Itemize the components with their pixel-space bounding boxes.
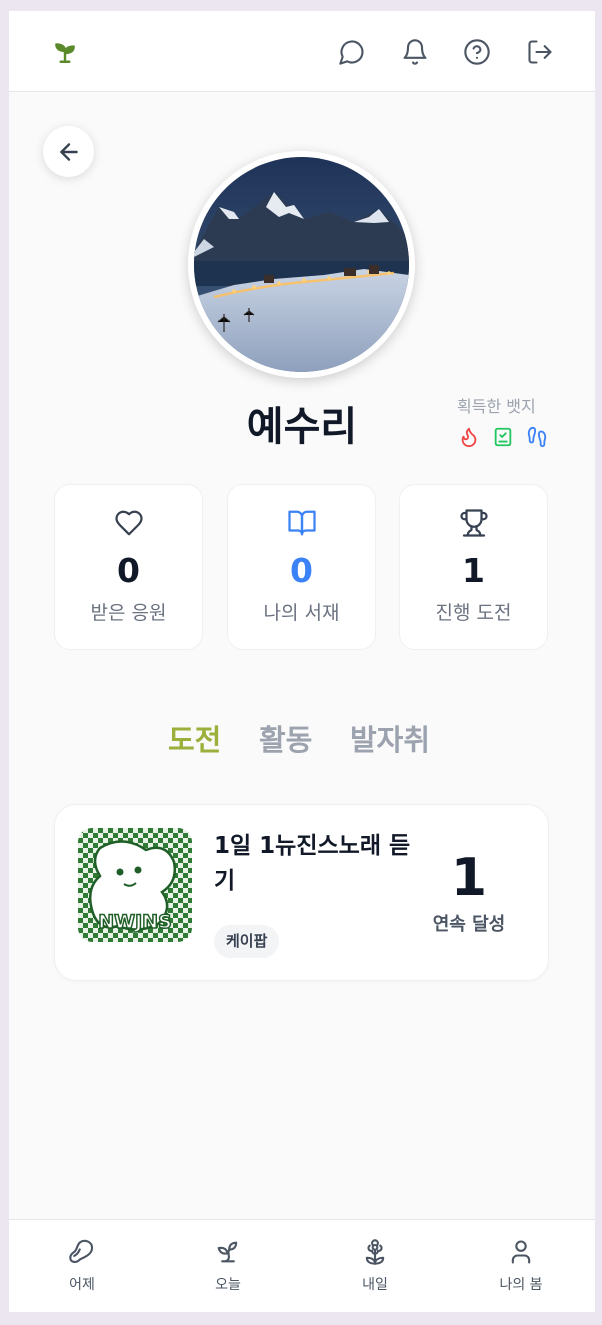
back-button[interactable] xyxy=(43,126,94,177)
stat-card-library[interactable]: 0 나의 서재 xyxy=(227,484,376,650)
stat-label: 받은 응원 xyxy=(90,602,167,624)
heart-icon xyxy=(115,510,143,536)
profile-tabs: 도전 활동 발자취 xyxy=(9,717,595,757)
nav-label: 오늘 xyxy=(215,1277,241,1293)
nav-label: 어제 xyxy=(69,1277,95,1293)
streak-value: 1 xyxy=(450,848,488,908)
challenge-tag: 케이팝 xyxy=(214,925,280,958)
tab-challenge[interactable]: 도전 xyxy=(168,717,221,759)
challenge-thumbnail: NWJNS xyxy=(78,828,192,942)
thumbnail-text: NWJNS xyxy=(98,911,172,933)
mountain-village-photo xyxy=(194,157,409,372)
stat-label: 진행 도전 xyxy=(435,602,512,624)
help-circle-icon[interactable] xyxy=(463,38,491,66)
stat-card-cheers[interactable]: 0 받은 응원 xyxy=(54,484,203,650)
trophy-icon xyxy=(460,509,488,537)
badges-label: 획득한 뱃지 xyxy=(457,397,536,416)
stat-value: 1 xyxy=(462,551,485,590)
newjeans-thumbnail-image: NWJNS xyxy=(78,828,192,942)
sprout-icon xyxy=(217,1241,238,1263)
arrow-left-icon xyxy=(59,142,78,161)
nav-my-spring[interactable]: 나의 봄 xyxy=(461,1220,581,1312)
chat-bubble-icon[interactable] xyxy=(338,38,366,66)
bell-icon[interactable] xyxy=(401,38,429,66)
clipboard-check-icon[interactable] xyxy=(492,426,514,448)
logout-icon[interactable] xyxy=(526,38,554,66)
book-open-icon xyxy=(288,510,316,536)
flower-icon xyxy=(365,1239,385,1265)
top-bar xyxy=(9,11,595,92)
bottom-nav: 어제 오늘 내일 나의 봄 xyxy=(9,1219,595,1312)
tab-footprints[interactable]: 발자취 xyxy=(350,717,430,759)
streak-label: 연속 달성 xyxy=(432,914,506,935)
tab-activity[interactable]: 활동 xyxy=(259,717,312,759)
flame-icon[interactable] xyxy=(458,426,480,448)
footprints-icon[interactable] xyxy=(526,426,548,448)
user-icon xyxy=(511,1240,531,1264)
sprout-icon[interactable] xyxy=(52,39,78,65)
nav-yesterday[interactable]: 어제 xyxy=(22,1220,142,1312)
avatar[interactable] xyxy=(188,151,415,378)
bean-icon xyxy=(69,1239,94,1263)
nav-label: 나의 봄 xyxy=(499,1277,543,1293)
nav-label: 내일 xyxy=(362,1277,388,1293)
nav-tomorrow[interactable]: 내일 xyxy=(315,1220,435,1312)
stat-value: 0 xyxy=(290,551,313,590)
challenge-card[interactable]: NWJNS 1일 1뉴진스노래 듣기 케이팝 1 연속 달성 xyxy=(54,804,549,981)
challenge-title: 1일 1뉴진스노래 듣기 xyxy=(214,833,411,894)
stat-card-challenges[interactable]: 1 진행 도전 xyxy=(399,484,548,650)
app-frame: 예수리 획득한 뱃지 0 받은 응원 0 나의 서재 1 진행 도전 도전 활동… xyxy=(9,11,595,1312)
stat-label: 나의 서재 xyxy=(263,602,340,624)
nav-today[interactable]: 오늘 xyxy=(168,1220,288,1312)
stat-value: 0 xyxy=(117,551,140,590)
